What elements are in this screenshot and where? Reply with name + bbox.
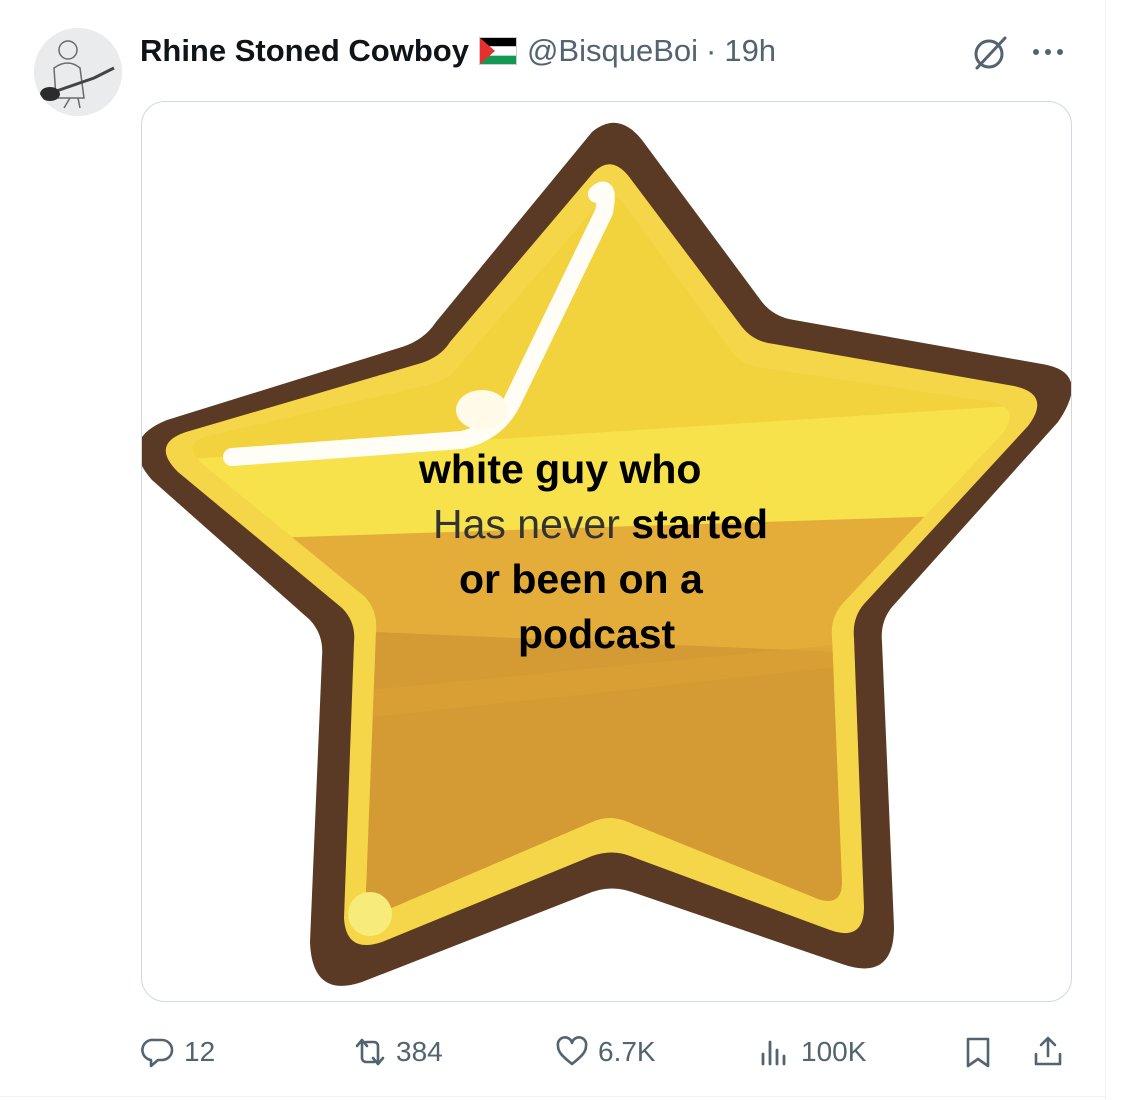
- caption-line-1: white guy who: [419, 446, 702, 492]
- bookmark-button[interactable]: [960, 1024, 996, 1080]
- post-image[interactable]: white guy who Has never started or been …: [141, 101, 1072, 1002]
- author-handle[interactable]: @BisqueBoi: [527, 33, 698, 69]
- post-timestamp[interactable]: 19h: [724, 33, 776, 69]
- like-count: 6.7K: [598, 1036, 656, 1067]
- caption-line-3: or been on a: [459, 556, 703, 602]
- timeline-border-right: [1105, 0, 1106, 1100]
- more-icon[interactable]: [1028, 32, 1068, 72]
- separator-dot: ·: [706, 33, 717, 68]
- caption-line-4: podcast: [518, 611, 676, 657]
- views-button[interactable]: 100K: [757, 1024, 866, 1080]
- meme-caption: white guy who Has never started or been …: [412, 442, 912, 662]
- post-divider: [0, 1096, 1106, 1097]
- reply-count: 12: [184, 1036, 216, 1067]
- reply-icon: [141, 1038, 174, 1068]
- share-icon: [1034, 1036, 1062, 1066]
- author-display-name[interactable]: Rhine Stoned Cowboy: [140, 33, 469, 69]
- like-icon: [556, 1036, 588, 1066]
- repost-button[interactable]: 384: [352, 1024, 443, 1080]
- bookmark-icon: [966, 1037, 990, 1068]
- reply-button[interactable]: 12: [140, 1024, 215, 1080]
- grok-icon[interactable]: [968, 30, 1012, 74]
- palestine-flag-icon: [478, 37, 517, 65]
- caption-line-2a: Has never: [433, 501, 620, 547]
- avatar[interactable]: [34, 28, 122, 116]
- caption-line-2b: started: [631, 501, 768, 547]
- like-button[interactable]: 6.7K: [554, 1024, 656, 1080]
- post-header: Rhine Stoned Cowboy @BisqueBoi · 19h: [140, 28, 776, 74]
- share-button[interactable]: [1030, 1024, 1066, 1080]
- view-count: 100K: [801, 1036, 867, 1067]
- repost-icon: [355, 1038, 385, 1066]
- post-actions: 12 384 6.7K 100K: [0, 1024, 1106, 1080]
- caption-line-2: Has never started: [412, 497, 912, 552]
- repost-count: 384: [396, 1036, 443, 1067]
- views-icon: [761, 1040, 786, 1066]
